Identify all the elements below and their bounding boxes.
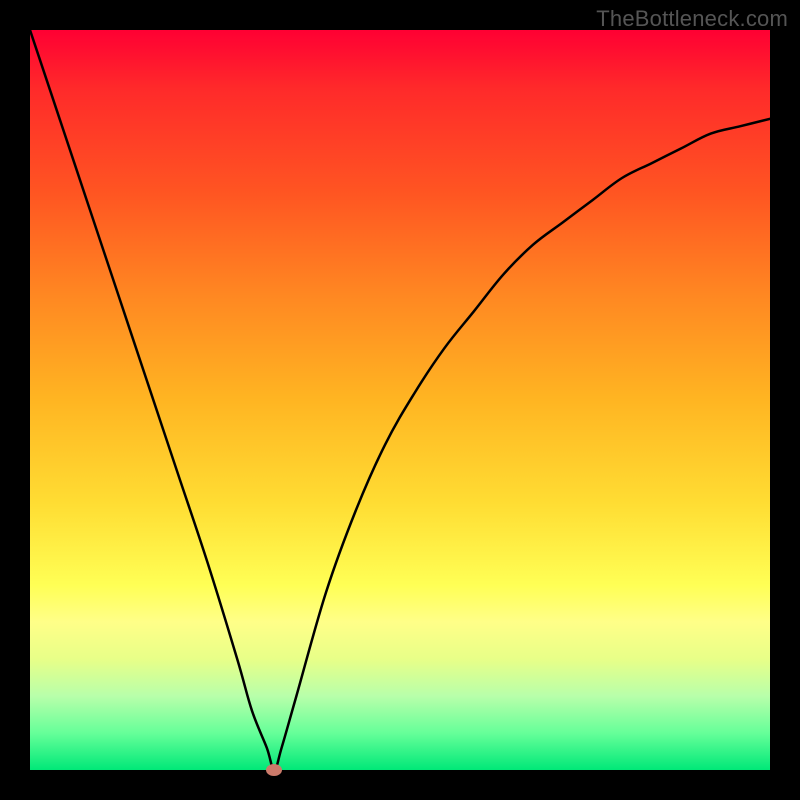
chart-frame: TheBottleneck.com [0,0,800,800]
optimal-point-marker [266,764,282,776]
plot-area [30,30,770,770]
watermark-text: TheBottleneck.com [596,6,788,32]
bottleneck-curve [30,30,770,770]
